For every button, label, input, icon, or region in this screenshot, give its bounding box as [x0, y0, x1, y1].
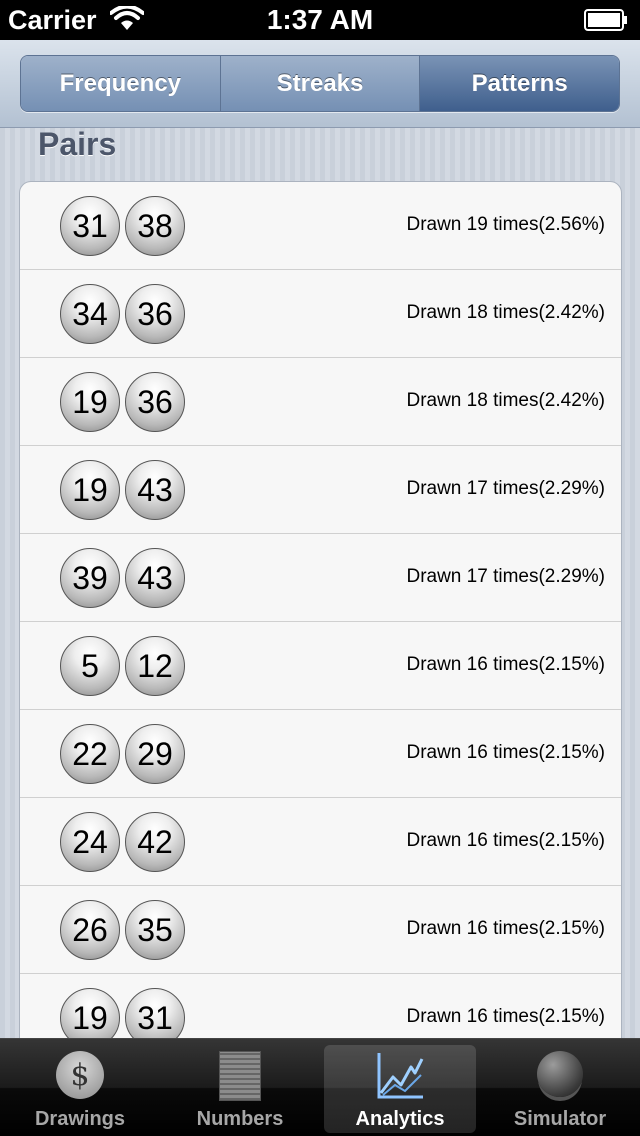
draw-stat: Drawn 17 times(2.29%) [406, 478, 605, 499]
dollar-icon: $ [56, 1051, 104, 1099]
status-time: 1:37 AM [266, 4, 374, 35]
list-item[interactable]: 5 12 Drawn 16 times(2.15%) [20, 622, 621, 710]
draw-stat: Drawn 16 times(2.15%) [406, 654, 605, 675]
number-ball: 34 [60, 284, 120, 344]
battery-icon [584, 9, 627, 31]
list-item[interactable]: 22 29 Drawn 16 times(2.15%) [20, 710, 621, 798]
draw-stat: Drawn 16 times(2.15%) [406, 918, 605, 939]
list-item[interactable]: 34 36 Drawn 18 times(2.42%) [20, 270, 621, 358]
number-ball: 31 [125, 988, 185, 1038]
tab-label: Simulator [513, 1108, 607, 1130]
status-bar: Carrier 1:37 AM [0, 0, 640, 40]
tab-analytics[interactable]: Analytics [320, 1039, 480, 1136]
number-ball: 5 [60, 636, 120, 696]
number-ball: 12 [125, 636, 185, 696]
tab-label: Drawings [34, 1108, 126, 1130]
number-ball: 19 [60, 372, 120, 432]
segment-frequency[interactable]: Frequency [21, 56, 221, 111]
number-ball: 31 [60, 196, 120, 256]
tab-drawings[interactable]: $ Drawings [0, 1039, 160, 1136]
number-ball: 39 [60, 548, 120, 608]
pairs-list[interactable]: 31 38 Drawn 19 times(2.56%) 34 36 Drawn … [19, 181, 622, 1038]
tab-simulator[interactable]: Simulator [480, 1039, 640, 1136]
number-ball: 43 [125, 460, 185, 520]
list-item[interactable]: 19 31 Drawn 16 times(2.15%) [20, 974, 621, 1038]
main-content: Frequency Streaks Patterns Pairs 31 38 D… [0, 40, 640, 1038]
number-ball: 36 [125, 372, 185, 432]
number-ball: 35 [125, 900, 185, 960]
draw-stat: Drawn 16 times(2.15%) [406, 830, 605, 851]
tab-numbers[interactable]: Numbers [160, 1039, 320, 1136]
number-grid-icon [219, 1051, 261, 1101]
number-ball: 19 [60, 460, 120, 520]
tab-bar: $ Drawings Numbers Analytics Simulator [0, 1038, 640, 1136]
list-item[interactable]: 19 43 Drawn 17 times(2.29%) [20, 446, 621, 534]
crystal-ball-icon [537, 1051, 583, 1097]
draw-stat: Drawn 18 times(2.42%) [406, 302, 605, 323]
segmented-control: Frequency Streaks Patterns [20, 55, 620, 112]
list-item[interactable]: 19 36 Drawn 18 times(2.42%) [20, 358, 621, 446]
number-ball: 43 [125, 548, 185, 608]
number-ball: 22 [60, 724, 120, 784]
list-item[interactable]: 26 35 Drawn 16 times(2.15%) [20, 886, 621, 974]
draw-stat: Drawn 16 times(2.15%) [406, 1006, 605, 1027]
number-ball: 24 [60, 812, 120, 872]
list-item[interactable]: 24 42 Drawn 16 times(2.15%) [20, 798, 621, 886]
number-ball: 19 [60, 988, 120, 1038]
number-ball: 38 [125, 196, 185, 256]
draw-stat: Drawn 17 times(2.29%) [406, 566, 605, 587]
segment-patterns[interactable]: Patterns [420, 56, 619, 111]
number-ball: 36 [125, 284, 185, 344]
list-item[interactable]: 31 38 Drawn 19 times(2.56%) [20, 182, 621, 270]
nav-bar: Frequency Streaks Patterns [0, 40, 640, 128]
list-item[interactable]: 39 43 Drawn 17 times(2.29%) [20, 534, 621, 622]
draw-stat: Drawn 19 times(2.56%) [406, 214, 605, 235]
line-chart-icon [377, 1053, 424, 1099]
number-ball: 26 [60, 900, 120, 960]
section-title: Pairs [38, 126, 117, 162]
draw-stat: Drawn 16 times(2.15%) [406, 742, 605, 763]
tab-label: Numbers [196, 1108, 284, 1130]
segment-streaks[interactable]: Streaks [220, 56, 421, 111]
draw-stat: Drawn 18 times(2.42%) [406, 390, 605, 411]
tab-label: Analytics [355, 1108, 445, 1130]
number-ball: 42 [125, 812, 185, 872]
number-ball: 29 [125, 724, 185, 784]
